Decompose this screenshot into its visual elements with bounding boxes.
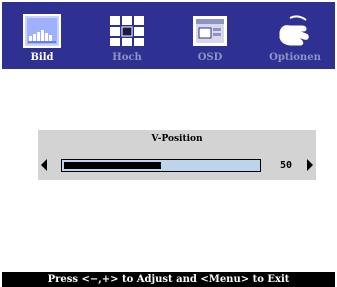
tiles-icon xyxy=(108,14,146,48)
tab-label: Optionen xyxy=(269,52,321,63)
tab-label: Bild xyxy=(30,52,54,63)
slider-fill xyxy=(64,162,161,169)
tab-bild[interactable]: Bild xyxy=(2,2,82,69)
tab-hoch[interactable]: Hoch xyxy=(87,2,167,69)
value-slider[interactable] xyxy=(61,159,261,172)
osd-menu-bar: Bild Hoch OSD Optionen xyxy=(2,2,335,69)
arrow-left-icon[interactable] xyxy=(41,159,47,171)
tab-label: Hoch xyxy=(112,52,142,63)
adjust-value: 50 xyxy=(280,160,293,171)
osd-screen-icon xyxy=(191,14,229,48)
tab-osd[interactable]: OSD xyxy=(170,2,250,69)
help-status-bar: Press <−,+> to Adjust and <Menu> to Exit xyxy=(2,272,335,287)
tab-label: OSD xyxy=(197,52,223,63)
picture-icon xyxy=(23,14,61,48)
adjust-panel: V-Position 50 xyxy=(38,130,316,180)
options-hand-icon xyxy=(276,14,314,48)
arrow-right-icon[interactable] xyxy=(307,159,313,171)
tab-optionen[interactable]: Optionen xyxy=(255,2,335,69)
adjust-title: V-Position xyxy=(151,134,203,144)
